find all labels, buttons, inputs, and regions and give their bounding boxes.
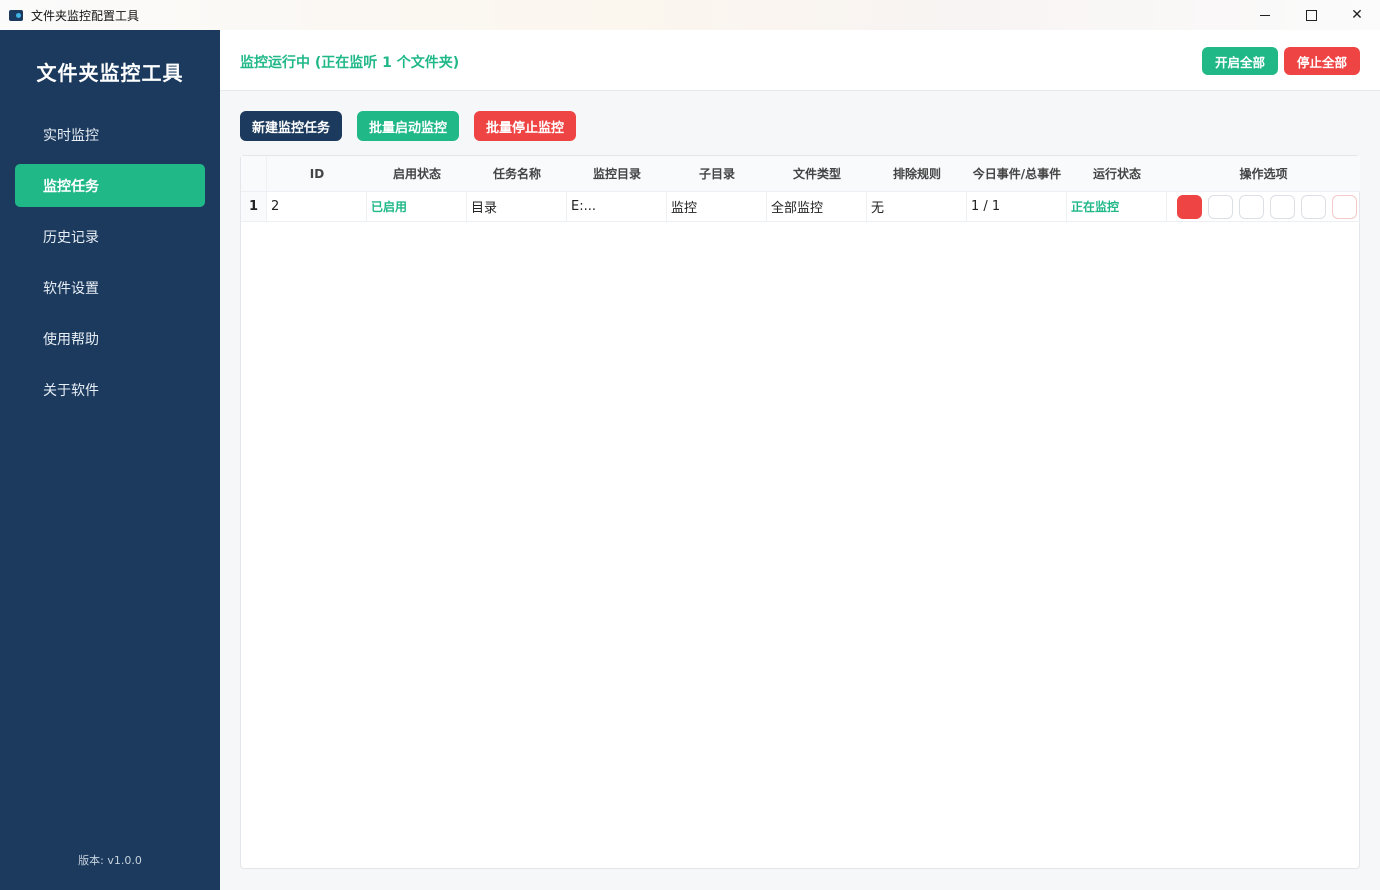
batch-stop-button[interactable]: 批量停止监控: [474, 111, 576, 141]
app-brand: 文件夹监控工具: [36, 61, 184, 85]
cell-run-status[interactable]: 正在监控: [1067, 192, 1167, 221]
column-header-run-status[interactable]: 运行状态: [1067, 156, 1167, 191]
sidebar-item-realtime[interactable]: 实时监控: [15, 113, 205, 156]
header-rownum: [241, 156, 267, 191]
header: 监控运行中 (正在监听 1 个文件夹) 开启全部 停止全部: [220, 30, 1380, 91]
window-title: 文件夹监控配置工具: [31, 8, 140, 23]
operation-button-5[interactable]: [1301, 194, 1326, 219]
column-header-directory[interactable]: 监控目录: [567, 156, 667, 191]
cell-name[interactable]: 目录: [467, 192, 567, 221]
cell-directory[interactable]: E:...: [567, 192, 667, 221]
sidebar-item-settings[interactable]: 软件设置: [15, 266, 205, 309]
operation-button-3[interactable]: [1239, 194, 1264, 219]
column-header-name[interactable]: 任务名称: [467, 156, 567, 191]
sidebar-item-about[interactable]: 关于软件: [15, 368, 205, 411]
title-bar: 文件夹监控配置工具 ✕: [0, 0, 1380, 30]
stop-all-button[interactable]: 停止全部: [1284, 47, 1360, 75]
sidebar-item-tasks[interactable]: 监控任务: [15, 164, 205, 207]
stop-task-button[interactable]: [1177, 194, 1202, 219]
new-task-button[interactable]: 新建监控任务: [240, 111, 342, 141]
cell-events[interactable]: 1 / 1: [967, 192, 1067, 221]
column-header-exclude[interactable]: 排除规则: [867, 156, 967, 191]
close-button[interactable]: ✕: [1334, 0, 1380, 30]
cell-enabled[interactable]: 已启用: [367, 192, 467, 221]
main-panel: 监控运行中 (正在监听 1 个文件夹) 开启全部 停止全部 新建监控任务 批量启…: [220, 30, 1380, 890]
maximize-button[interactable]: [1288, 0, 1334, 30]
monitor-status-text: 监控运行中 (正在监听 1 个文件夹): [240, 55, 460, 71]
sidebar-item-history[interactable]: 历史记录: [15, 215, 205, 258]
minimize-button[interactable]: [1242, 0, 1288, 30]
sidebar: 文件夹监控工具 实时监控 监控任务 历史记录 软件设置 使用帮助 关于软件 版本…: [0, 30, 220, 890]
table-header: ID 启用状态 任务名称 监控目录 子目录 文件类型 排除规则 今日事件/总事件…: [241, 156, 1360, 192]
table-row[interactable]: 1 2 已启用 目录 E:... 监控 全部监控 无 1 / 1 正在监控: [241, 192, 1360, 222]
sidebar-item-help[interactable]: 使用帮助: [15, 317, 205, 360]
cell-subdirectory[interactable]: 监控: [667, 192, 767, 221]
column-header-operations: 操作选项: [1239, 167, 1288, 181]
delete-task-button[interactable]: [1332, 194, 1357, 219]
operation-button-2[interactable]: [1208, 194, 1233, 219]
window-controls: ✕: [1242, 0, 1380, 30]
column-header-events[interactable]: 今日事件/总事件: [967, 156, 1067, 191]
cell-operations: [1167, 192, 1360, 221]
version-label: 版本: v1.0.0: [78, 854, 142, 867]
cell-file-type[interactable]: 全部监控: [767, 192, 867, 221]
column-header-file-type[interactable]: 文件类型: [767, 156, 867, 191]
column-header-enabled[interactable]: 启用状态: [367, 156, 467, 191]
column-header-id[interactable]: ID: [267, 156, 367, 191]
row-number: 1: [241, 192, 267, 221]
start-all-button[interactable]: 开启全部: [1202, 47, 1278, 75]
operation-button-4[interactable]: [1270, 194, 1295, 219]
task-table: ID 启用状态 任务名称 监控目录 子目录 文件类型 排除规则 今日事件/总事件…: [240, 155, 1360, 869]
cell-exclude[interactable]: 无: [867, 192, 967, 221]
batch-start-button[interactable]: 批量启动监控: [357, 111, 459, 141]
cell-id[interactable]: 2: [267, 192, 367, 221]
column-header-subdirectory[interactable]: 子目录: [667, 156, 767, 191]
app-folder-icon: [9, 9, 23, 21]
